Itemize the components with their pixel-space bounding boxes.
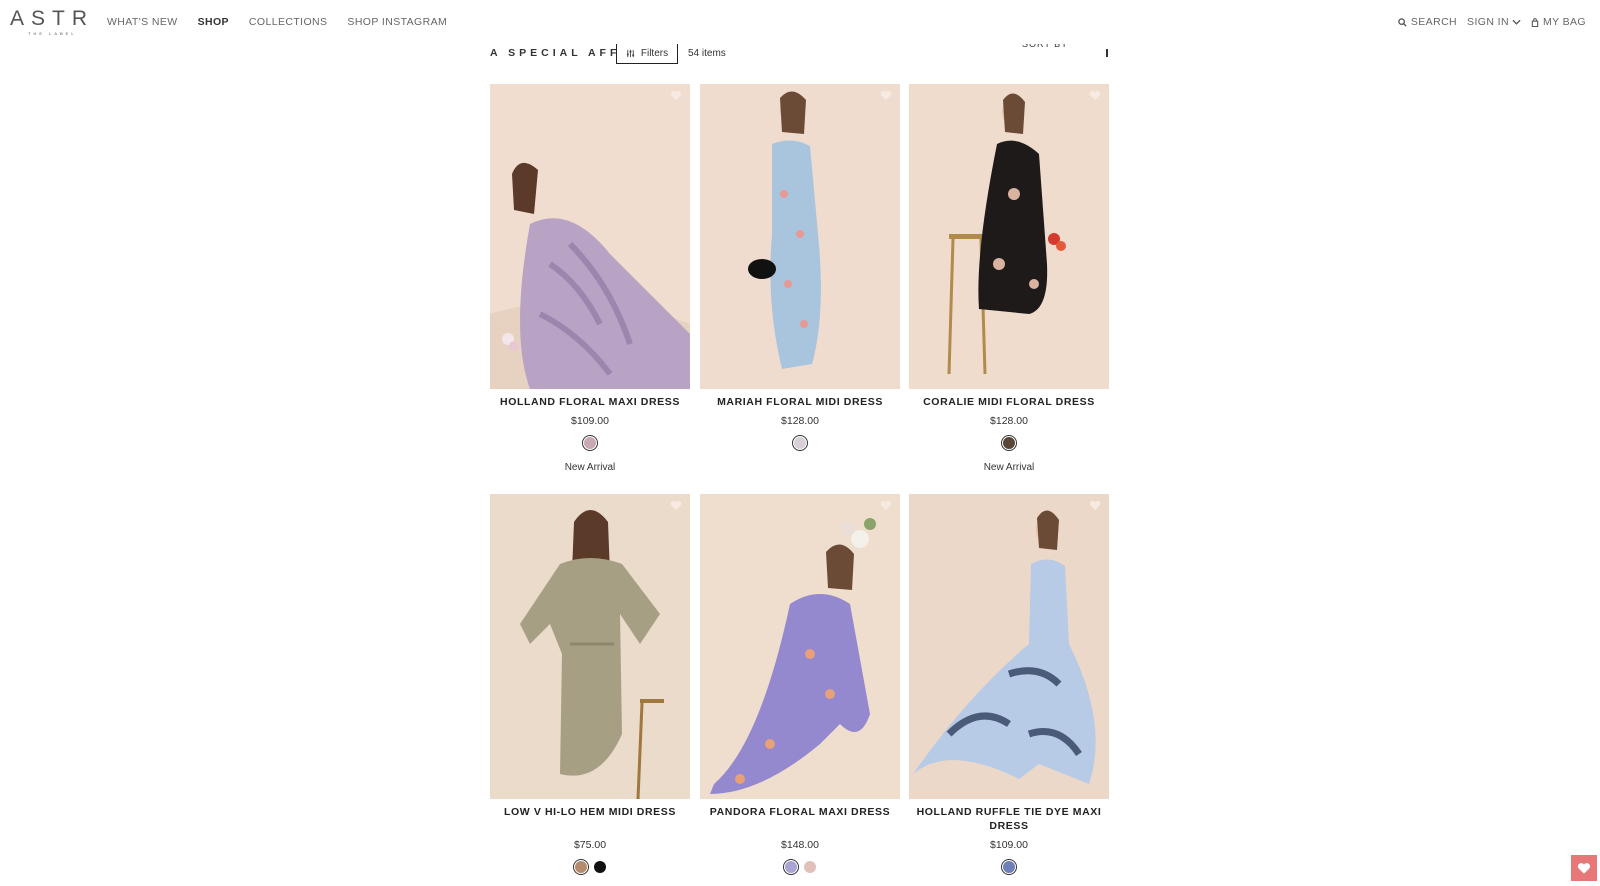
product-name[interactable]: HOLLAND RUFFLE TIE DYE MAXI DRESS (909, 805, 1109, 833)
product-photo (700, 84, 900, 389)
my-bag-link[interactable]: MY BAG (1531, 16, 1586, 28)
product-price: $128.00 (990, 415, 1028, 427)
heart-icon (1577, 862, 1591, 874)
color-swatches (490, 437, 690, 449)
search-icon (1398, 17, 1407, 27)
nav-whats-new[interactable]: WHAT'S NEW (107, 16, 178, 28)
color-swatches (700, 861, 900, 873)
main-nav: WHAT'S NEW SHOP COLLECTIONS SHOP INSTAGR… (107, 16, 467, 28)
logo-wordmark: ASTR (10, 7, 95, 30)
heart-icon[interactable] (670, 500, 682, 511)
color-swatch[interactable] (593, 861, 606, 873)
product-image[interactable] (909, 84, 1109, 389)
product-card: LOW V HI-LO HEM MIDI DRESS $75.00 (490, 494, 690, 873)
my-bag-label: MY BAG (1542, 16, 1586, 28)
color-swatch[interactable] (803, 861, 816, 873)
shopping-bag-icon (1531, 17, 1539, 27)
heart-icon[interactable] (670, 90, 682, 101)
color-swatches (909, 861, 1109, 873)
nav-collections[interactable]: COLLECTIONS (249, 16, 328, 28)
product-price: $109.00 (990, 839, 1028, 851)
product-image[interactable] (700, 494, 900, 799)
color-swatch[interactable] (574, 861, 587, 873)
item-count: 54 items (688, 48, 726, 59)
product-image[interactable] (909, 494, 1109, 799)
product-price: $128.00 (781, 415, 819, 427)
astr-logo[interactable]: ASTR THE LABEL (10, 8, 90, 38)
product-photo (909, 84, 1109, 389)
product-photo (490, 84, 690, 389)
nav-shop[interactable]: SHOP (198, 16, 229, 28)
color-swatches (909, 437, 1109, 449)
product-price: $75.00 (573, 839, 607, 851)
logo-tagline: THE LABEL (28, 31, 77, 36)
chevron-down-icon (1512, 19, 1521, 25)
site-header: ASTR THE LABEL WHAT'S NEW SHOP COLLECTIO… (0, 0, 1600, 44)
utility-nav: SEARCH SIGN IN MY BAG (1388, 16, 1586, 28)
product-name[interactable]: MARIAH FLORAL MIDI DRESS (700, 395, 900, 409)
product-name[interactable]: CORALIE MIDI FLORAL DRESS (909, 395, 1109, 409)
nav-shop-instagram[interactable]: SHOP INSTAGRAM (347, 16, 447, 28)
color-swatch[interactable] (584, 437, 596, 449)
sign-in-label: SIGN IN (1467, 16, 1509, 28)
filters-label: Filters (640, 48, 669, 59)
new-arrival-badge: New Arrival (564, 462, 616, 473)
color-swatch[interactable] (794, 437, 806, 449)
sort-caret-icon (1106, 49, 1108, 57)
heart-icon[interactable] (880, 90, 892, 101)
product-card: CORALIE MIDI FLORAL DRESS $128.00 New Ar… (909, 84, 1109, 473)
product-name[interactable]: HOLLAND FLORAL MAXI DRESS (490, 395, 690, 409)
sign-in-link[interactable]: SIGN IN (1467, 16, 1521, 28)
product-price: $109.00 (571, 415, 609, 427)
color-swatch[interactable] (1003, 437, 1015, 449)
product-image[interactable] (490, 84, 690, 389)
heart-icon[interactable] (880, 500, 892, 511)
product-name[interactable]: LOW V HI-LO HEM MIDI DRESS (490, 805, 690, 819)
product-card: MARIAH FLORAL MIDI DRESS $128.00 (700, 84, 900, 449)
color-swatch[interactable] (1003, 861, 1015, 873)
wishlist-widget-button[interactable] (1571, 855, 1597, 881)
product-card: HOLLAND FLORAL MAXI DRESS $109.00 New Ar… (490, 84, 690, 473)
product-image[interactable] (700, 84, 900, 389)
product-photo (700, 494, 900, 799)
search-link[interactable]: SEARCH (1398, 16, 1457, 28)
listing-toolbar: A SPECIAL AFFAIR Filters 54 items SORT B… (490, 41, 1110, 65)
color-swatch[interactable] (784, 861, 797, 873)
new-arrival-badge: New Arrival (983, 462, 1035, 473)
search-label: SEARCH (1410, 16, 1458, 28)
color-swatches (490, 861, 690, 873)
product-price: $148.00 (781, 839, 819, 851)
heart-icon[interactable] (1089, 90, 1101, 101)
color-swatches (700, 437, 900, 449)
product-photo (490, 494, 690, 799)
product-name[interactable]: PANDORA FLORAL MAXI DRESS (700, 805, 900, 819)
heart-icon[interactable] (1089, 500, 1101, 511)
product-photo (909, 494, 1109, 799)
product-card: PANDORA FLORAL MAXI DRESS $148.00 (700, 494, 900, 873)
product-card: HOLLAND RUFFLE TIE DYE MAXI DRESS $109.0… (909, 494, 1109, 873)
filters-button[interactable]: Filters (616, 43, 678, 64)
product-image[interactable] (490, 494, 690, 799)
filter-sliders-icon (626, 49, 634, 58)
